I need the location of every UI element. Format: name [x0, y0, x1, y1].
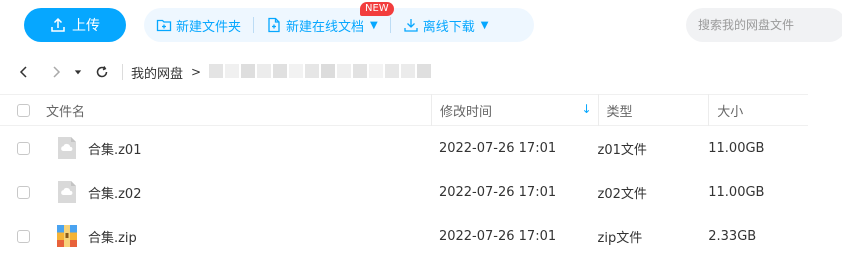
redacted-path — [209, 64, 433, 80]
history-dropdown[interactable] — [72, 62, 84, 82]
file-type: z01文件 — [597, 142, 647, 158]
file-size: 11.00GB — [708, 184, 765, 200]
breadcrumb-root[interactable]: 我的网盘 — [131, 63, 183, 82]
toolbar: 上传 新建文件夹 新建在线文档 ▼ 离线下载 ▼ NEW — [0, 0, 842, 50]
table-row[interactable]: 合集.zip 2022-07-26 17:01 zip文件 2.33GB — [0, 214, 808, 258]
action-group: 新建文件夹 新建在线文档 ▼ 离线下载 ▼ NEW — [144, 2, 534, 42]
caret-down-icon: ▼ — [480, 19, 489, 31]
row-checkbox[interactable] — [17, 229, 30, 243]
offline-download-button[interactable]: 离线下载 ▼ — [403, 16, 489, 35]
file-name[interactable]: 合集.z02 — [88, 183, 142, 202]
file-name-cell: 合集.zip — [46, 224, 431, 248]
navigation-bar: 我的网盘 > — [0, 56, 842, 88]
search-box[interactable] — [686, 8, 842, 42]
breadcrumb-separator: > — [191, 65, 202, 79]
upload-button[interactable]: 上传 — [24, 8, 126, 42]
file-modified: 2022-07-26 17:01 — [438, 140, 557, 156]
upload-icon — [51, 17, 65, 32]
new-doc-icon — [268, 17, 280, 33]
chevron-left-icon — [19, 66, 27, 78]
file-modified: 2022-07-26 17:01 — [438, 184, 557, 200]
refresh-icon — [96, 66, 108, 78]
column-modified-label: 修改时间 — [439, 104, 492, 120]
forward-button[interactable] — [46, 62, 66, 82]
file-type: zip文件 — [597, 230, 643, 246]
file-table: 文件名 修改时间 ↓ 类型 大小 合集.z01 2022-07-26 17:01… — [0, 94, 808, 258]
table-header: 文件名 修改时间 ↓ 类型 大小 — [0, 94, 808, 126]
column-size[interactable]: 大小 — [708, 94, 808, 126]
file-size: 2.33GB — [708, 228, 757, 244]
file-name-cell: 合集.z02 — [46, 180, 431, 204]
new-folder-icon — [156, 19, 172, 32]
file-modified: 2022-07-26 17:01 — [438, 228, 557, 244]
offline-download-label: 离线下载 — [422, 19, 475, 35]
sort-desc-icon[interactable]: ↓ — [581, 102, 591, 116]
row-checkbox[interactable] — [17, 141, 30, 155]
file-name[interactable]: 合集.zip — [88, 227, 137, 246]
table-row[interactable]: 合集.z01 2022-07-26 17:01 z01文件 11.00GB — [0, 126, 808, 170]
new-online-doc-button[interactable]: 新建在线文档 ▼ — [266, 16, 378, 35]
search-input[interactable] — [698, 18, 842, 32]
new-online-doc-label: 新建在线文档 — [286, 19, 365, 35]
archive-part-icon — [57, 137, 76, 159]
file-type: z02文件 — [597, 186, 647, 202]
divider — [389, 17, 391, 33]
upload-label: 上传 — [72, 18, 100, 34]
divider — [253, 17, 255, 33]
file-name-cell: 合集.z01 — [46, 136, 431, 160]
file-size: 11.00GB — [708, 140, 765, 156]
divider — [122, 64, 123, 80]
archive-part-icon — [57, 181, 76, 203]
table-row[interactable]: 合集.z02 2022-07-26 17:01 z02文件 11.00GB — [0, 170, 808, 214]
refresh-button[interactable] — [92, 62, 112, 82]
row-checkbox[interactable] — [17, 185, 30, 199]
download-icon — [404, 19, 418, 32]
back-button[interactable] — [14, 62, 34, 82]
column-name[interactable]: 文件名 — [46, 101, 431, 120]
select-all-checkbox[interactable] — [17, 103, 30, 117]
new-folder-button[interactable]: 新建文件夹 — [156, 16, 241, 35]
new-folder-label: 新建文件夹 — [176, 19, 242, 35]
new-badge: NEW — [360, 2, 394, 16]
column-modified[interactable]: 修改时间 ↓ — [430, 94, 598, 126]
chevron-right-icon — [53, 66, 61, 78]
caret-down-icon: ▼ — [370, 19, 378, 31]
caret-down-icon — [74, 70, 82, 75]
column-type[interactable]: 类型 — [597, 94, 709, 126]
zip-archive-icon — [56, 225, 77, 247]
file-name[interactable]: 合集.z01 — [88, 139, 142, 158]
